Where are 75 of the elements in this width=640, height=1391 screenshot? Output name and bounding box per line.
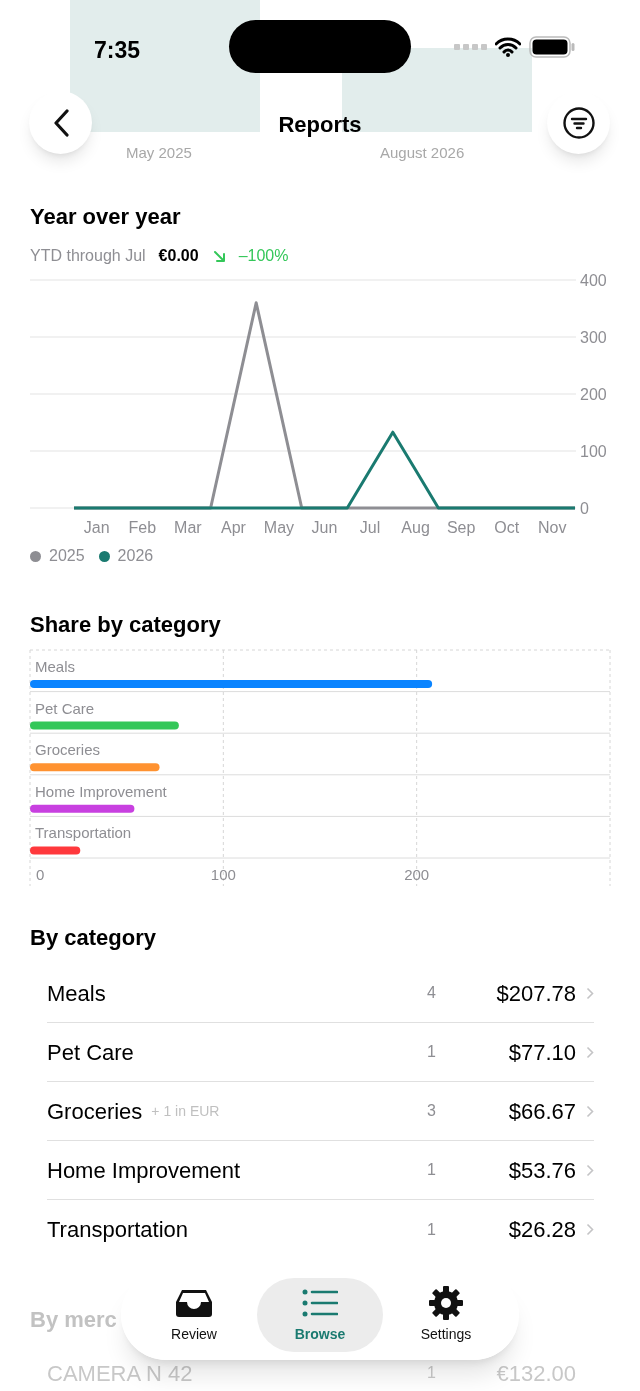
axis-tick-label: Jun [311,519,338,536]
category-name: Meals [47,979,106,1008]
legend-label: 2025 [49,546,85,566]
section-title: Share by category [30,611,222,639]
amount: $53.76 [507,1156,576,1185]
category-name: Transportation [47,1216,189,1244]
amount: $207.78 [495,979,576,1008]
bar-label: Transportation [35,824,132,842]
item-count: 1 [427,1160,436,1180]
chart-label: August 2026 [380,143,465,163]
axis-tick-label: 0 [36,866,45,883]
axis-tick-label: Aug [401,519,430,536]
category-name: Groceries [47,1097,143,1126]
category-row[interactable]: Transportation 1 $26.28 [47,1200,594,1259]
list-icon [302,1288,338,1317]
chart-label: May 2025 [126,143,192,163]
axis-tick-label: 100 [210,866,236,883]
arrow-down-right-icon [212,249,226,263]
axis-tick-label: Nov [538,519,567,536]
axis-tick-label: Sep [446,519,476,536]
change-percent: –100% [238,246,289,266]
axis-tick-label: May [263,519,295,536]
category-row[interactable]: Pet Care 1 $77.10 [47,1023,594,1082]
item-count: 4 [427,983,436,1003]
axis-tick-label: 300 [580,329,607,346]
category-row[interactable]: Groceries + 1 in EUR 3 $66.67 [47,1082,594,1141]
bar-label: Pet Care [35,699,95,717]
category-row[interactable]: Home Improvement 1 $53.76 [47,1141,594,1200]
item-count: 1 [427,1219,436,1240]
amount: $66.67 [507,1097,576,1126]
chevron-right-icon [586,1163,594,1177]
axis-tick-label: 200 [404,866,430,883]
cellular-signal-icon [454,44,487,50]
item-count: 3 [427,1101,436,1121]
chevron-left-icon [52,108,69,137]
amount: $26.28 [507,1216,576,1244]
tab-button[interactable]: Settings [383,1278,509,1352]
axis-tick-label: Jan [83,519,110,536]
axis-tick-label: 400 [580,272,607,289]
amount: $77.10 [507,1038,576,1067]
axis-tick-label: 0 [580,500,589,517]
tray-icon [174,1287,214,1318]
axis-tick-label: Oct [494,519,520,536]
category-name: Home Improvement [47,1156,241,1185]
tab-button[interactable]: Review [131,1278,257,1352]
axis-tick-label: Jul [359,519,381,536]
category-row[interactable]: Meals 4 $207.78 [47,964,594,1023]
axis-tick-label: 100 [580,443,607,460]
axis-tick-label: 200 [580,386,607,403]
battery-icon [529,36,575,58]
summary-label: YTD through Jul [30,246,146,266]
chevron-right-icon [586,986,594,1000]
wifi-icon [495,37,521,57]
bar-label: Home Improvement [35,782,167,800]
gear-icon [428,1284,464,1321]
filter-icon [562,106,595,139]
section-title: By merc [30,1306,117,1334]
axis-tick-label: Feb [128,519,157,536]
status-time: 7:35 [94,36,141,65]
bar-label: Meals [35,658,75,675]
bar-label: Groceries [35,741,101,759]
category-name: Pet Care [47,1038,134,1067]
chevron-right-icon [586,1045,594,1059]
legend-label: 2026 [117,546,154,566]
currency-note: + 1 in EUR [151,1101,220,1121]
chevron-right-icon [586,1104,594,1118]
summary-value: €0.00 [158,246,199,266]
axis-tick-label: Mar [174,519,202,536]
section-title: Year over year [30,203,182,231]
item-count: 1 [427,1042,436,1062]
screen-title: Reports [277,111,363,139]
axis-tick-label: Apr [220,519,246,536]
section-title: By category [30,924,157,952]
chevron-right-icon [586,1223,594,1236]
tab-button[interactable]: Browse [257,1278,383,1352]
